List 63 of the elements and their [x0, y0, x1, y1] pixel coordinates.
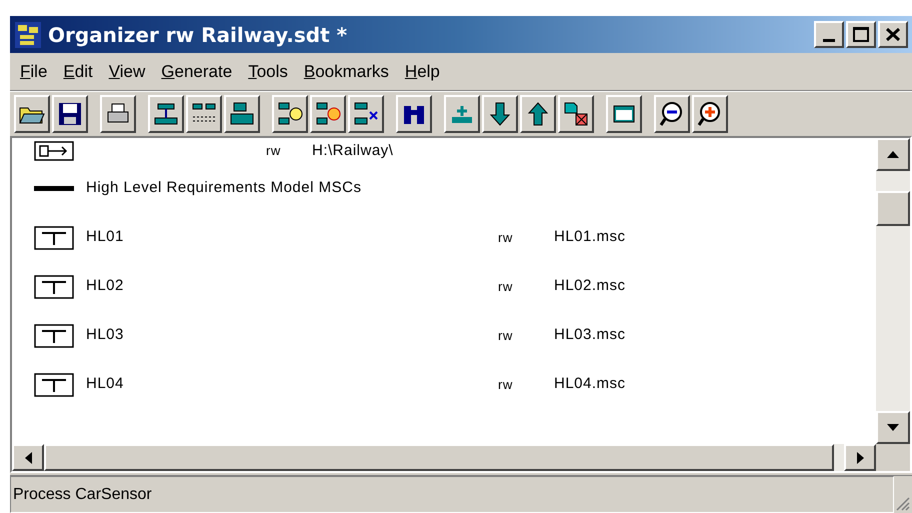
zoom-out-button[interactable] [654, 95, 690, 133]
access-text: rw [498, 228, 514, 247]
maximize-button[interactable] [846, 21, 876, 48]
find-button[interactable] [396, 95, 432, 133]
access-text: rw [498, 326, 514, 345]
section-label: High Level Requirements Model MSCs [86, 178, 362, 198]
close-icon [886, 28, 900, 41]
toolbar-button[interactable] [186, 95, 222, 133]
scroll-down-button[interactable] [876, 411, 910, 444]
toolbar-button[interactable] [606, 95, 642, 133]
menu-item[interactable]: View [100, 58, 154, 84]
menu-item[interactable]: Help [396, 58, 448, 84]
menu-item[interactable]: Tools [240, 58, 296, 84]
vertical-scrollbar[interactable] [876, 138, 910, 444]
open-button[interactable] [14, 95, 50, 133]
menu-item[interactable]: Edit [55, 58, 101, 84]
save-button[interactable] [52, 95, 88, 133]
item-name: HL03 [86, 325, 125, 346]
chart-icon [34, 274, 74, 298]
menu-item[interactable]: File [12, 58, 56, 84]
toolbar-button[interactable] [148, 95, 184, 133]
toolbar-button[interactable] [272, 95, 308, 133]
file-name: HL04.msc [554, 374, 626, 394]
access-text: rw [498, 376, 514, 394]
access-text: rw [498, 278, 514, 296]
file-name: HL03.msc [554, 325, 626, 346]
status-text: Process CarSensor [13, 484, 152, 504]
access-text: rw [266, 142, 282, 160]
scroll-right-button[interactable] [844, 444, 876, 471]
chart-icon [34, 324, 74, 348]
toolbar-button[interactable] [558, 95, 594, 133]
file-name: HL01.msc [554, 227, 626, 248]
close-button[interactable] [878, 21, 908, 48]
toolbar-button[interactable] [444, 95, 480, 133]
right-arrow-icon [856, 452, 864, 464]
path-text: H:\Railway\ [312, 140, 394, 161]
scroll-up-button[interactable] [876, 138, 910, 171]
scroll-thumb[interactable] [876, 191, 910, 226]
item-name: HL04 [86, 374, 125, 394]
chart-icon [34, 226, 74, 250]
up-arrow-icon [887, 151, 899, 158]
link-icon [34, 141, 74, 161]
zoom-in-button[interactable] [692, 95, 728, 133]
menu-item[interactable]: Bookmarks [296, 58, 397, 84]
chart-icon [34, 372, 74, 396]
down-arrow-icon [887, 424, 899, 431]
item-name: HL01 [86, 227, 125, 248]
toolbar-button[interactable] [224, 95, 260, 133]
move-down-button[interactable] [482, 95, 518, 133]
document-icon [562, 100, 590, 128]
scroll-left-button[interactable] [12, 444, 44, 471]
move-up-button[interactable] [520, 95, 556, 133]
menu-item[interactable]: Generate [153, 58, 240, 84]
toolbar-button[interactable] [310, 95, 346, 133]
resize-grip-icon[interactable] [894, 495, 910, 511]
print-button[interactable] [100, 95, 136, 133]
window-title: Organizer rw Railway.sdt * [48, 22, 348, 48]
minimize-button[interactable] [814, 21, 844, 48]
file-name: HL02.msc [554, 276, 626, 296]
item-name: HL02 [86, 276, 125, 296]
app-icon [14, 20, 42, 48]
left-arrow-icon [24, 452, 32, 464]
toolbar-button[interactable] [348, 95, 384, 133]
